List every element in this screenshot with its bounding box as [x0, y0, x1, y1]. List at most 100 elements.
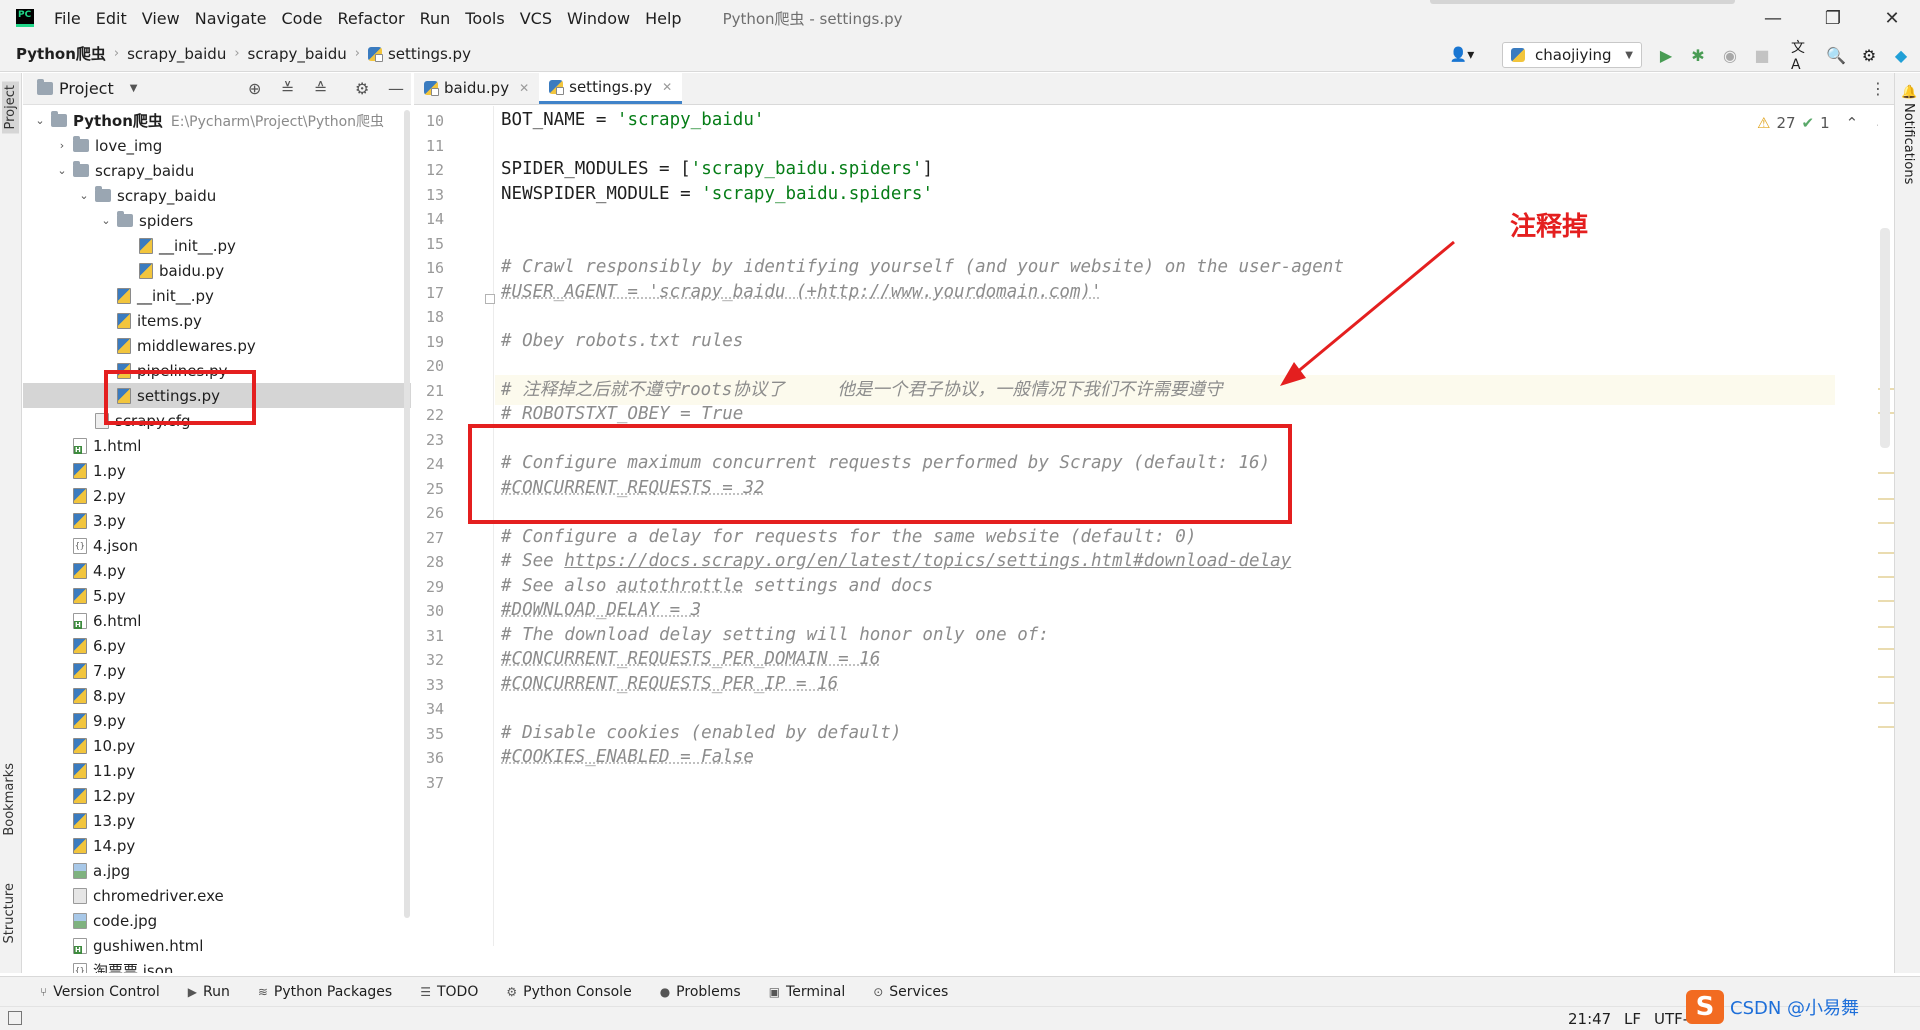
- stripe-marker[interactable]: [1878, 498, 1894, 500]
- tree-item[interactable]: 14.py: [23, 833, 411, 858]
- tree-item[interactable]: 1.html: [23, 433, 411, 458]
- chevron-down-icon[interactable]: ⌄: [33, 114, 47, 127]
- breadcrumb-folder[interactable]: scrapy_baidu: [127, 45, 226, 63]
- tree-item[interactable]: code.jpg: [23, 908, 411, 933]
- caret-position[interactable]: 21:47: [1568, 1010, 1611, 1028]
- stripe-marker[interactable]: [1878, 522, 1894, 524]
- code-editor[interactable]: BOT_NAME = 'scrapy_baidu' SPIDER_MODULES …: [495, 106, 1890, 946]
- stripe-marker[interactable]: [1878, 676, 1894, 678]
- menu-window[interactable]: Window: [567, 9, 630, 28]
- tree-item[interactable]: ⌄ scrapy_baidu: [23, 158, 411, 183]
- stripe-marker[interactable]: [1878, 648, 1894, 650]
- previous-highlight-icon[interactable]: ⌃: [1846, 114, 1859, 132]
- search-icon[interactable]: 🔍: [1825, 44, 1847, 66]
- menu-tools[interactable]: Tools: [465, 9, 504, 28]
- line-separator[interactable]: LF: [1624, 1010, 1641, 1028]
- tree-item[interactable]: 6.py: [23, 633, 411, 658]
- code-line[interactable]: #USER_AGENT = 'scrapy_baidu (+http://www…: [501, 277, 1102, 307]
- tab-settings-py[interactable]: settings.py ✕: [539, 72, 683, 104]
- collapse-all-icon[interactable]: ≙: [314, 79, 327, 98]
- tool-todo[interactable]: ☰ TODO: [420, 984, 478, 1000]
- tool-window-bookmarks[interactable]: Bookmarks: [2, 763, 17, 836]
- tool-services[interactable]: ⊙ Services: [873, 984, 948, 1000]
- menu-run[interactable]: Run: [420, 9, 451, 28]
- chevron-down-icon[interactable]: ⌄: [99, 214, 113, 227]
- jetbrains-icon[interactable]: ◆: [1890, 44, 1912, 66]
- close-button[interactable]: ✕: [1880, 6, 1904, 30]
- stripe-marker[interactable]: [1878, 626, 1894, 628]
- maximize-button[interactable]: ❐: [1821, 6, 1845, 30]
- tree-item[interactable]: __init__.py: [23, 233, 411, 258]
- coverage-icon[interactable]: ◉: [1719, 44, 1741, 66]
- comment-link[interactable]: https://docs.scrapy.org/en/latest/topics…: [564, 551, 1291, 571]
- tree-item[interactable]: 2.py: [23, 483, 411, 508]
- menu-edit[interactable]: Edit: [96, 9, 127, 28]
- translate-icon[interactable]: 文A: [1791, 40, 1813, 73]
- chevron-down-icon[interactable]: ⌄: [77, 189, 91, 202]
- tree-item[interactable]: 4.json: [23, 533, 411, 558]
- tree-item[interactable]: 13.py: [23, 808, 411, 833]
- tree-item[interactable]: __init__.py: [23, 283, 411, 308]
- code-line[interactable]: #CONCURRENT_REQUESTS_PER_IP = 16: [501, 669, 838, 699]
- close-icon[interactable]: ✕: [662, 80, 672, 94]
- fold-marker-icon[interactable]: [485, 294, 495, 304]
- hide-icon[interactable]: —: [388, 79, 404, 98]
- tree-item[interactable]: 7.py: [23, 658, 411, 683]
- tool-problems[interactable]: ● Problems: [660, 984, 741, 1000]
- run-icon[interactable]: ▶: [1655, 44, 1677, 66]
- chevron-right-icon[interactable]: ›: [55, 139, 69, 152]
- stripe-marker[interactable]: [1878, 472, 1894, 474]
- tool-version-control[interactable]: ⑂ Version Control: [40, 984, 160, 1000]
- tool-run[interactable]: ▶ Run: [188, 984, 230, 1000]
- user-icon[interactable]: 👤▾: [1444, 44, 1480, 66]
- project-view-selector[interactable]: Project ▼: [37, 79, 137, 98]
- tool-window-notifications[interactable]: Notifications: [1901, 103, 1916, 184]
- code-line[interactable]: BOT_NAME = 'scrapy_baidu': [501, 106, 764, 135]
- breadcrumb-package[interactable]: scrapy_baidu: [248, 45, 347, 63]
- stripe-marker[interactable]: [1878, 600, 1894, 602]
- menu-help[interactable]: Help: [645, 9, 681, 28]
- tool-python-console[interactable]: ⚙ Python Console: [506, 984, 631, 1000]
- stripe-marker[interactable]: [1878, 552, 1894, 554]
- tree-item[interactable]: a.jpg: [23, 858, 411, 883]
- run-configuration-select[interactable]: chaojiying ▼: [1502, 42, 1642, 68]
- stop-icon[interactable]: ■: [1751, 44, 1773, 66]
- debug-icon[interactable]: ✱: [1687, 44, 1709, 66]
- tree-item[interactable]: chromedriver.exe: [23, 883, 411, 908]
- toggle-tool-windows-icon[interactable]: [8, 1011, 22, 1025]
- menu-file[interactable]: File: [54, 9, 81, 28]
- tree-item[interactable]: ⌄ spiders: [23, 208, 411, 233]
- close-icon[interactable]: ✕: [519, 81, 529, 95]
- locate-icon[interactable]: ⊕: [248, 79, 261, 98]
- tree-item[interactable]: baidu.py: [23, 258, 411, 283]
- tree-item[interactable]: middlewares.py: [23, 333, 411, 358]
- tree-item[interactable]: 3.py: [23, 508, 411, 533]
- settings-icon[interactable]: ⚙: [1858, 44, 1880, 66]
- menu-refactor[interactable]: Refactor: [337, 9, 404, 28]
- chevron-down-icon[interactable]: ⌄: [55, 164, 69, 177]
- more-options-icon[interactable]: ⋮: [1870, 79, 1886, 98]
- bell-icon[interactable]: 🔔: [1901, 85, 1917, 100]
- code-line[interactable]: # Obey robots.txt rules: [501, 326, 743, 356]
- tree-item[interactable]: 9.py: [23, 708, 411, 733]
- stripe-marker[interactable]: [1878, 726, 1894, 728]
- tab-baidu-py[interactable]: baidu.py ✕: [414, 72, 539, 104]
- stripe-marker[interactable]: [1878, 576, 1894, 578]
- tool-window-structure[interactable]: Structure: [2, 883, 17, 943]
- menu-code[interactable]: Code: [282, 9, 323, 28]
- menu-vcs[interactable]: VCS: [520, 9, 552, 28]
- stripe-marker[interactable]: [1878, 702, 1894, 704]
- code-line[interactable]: #COOKIES_ENABLED = False: [501, 742, 754, 772]
- tree-item[interactable]: 11.py: [23, 758, 411, 783]
- editor-scrollbar-thumb[interactable]: [1880, 228, 1890, 448]
- minimize-button[interactable]: —: [1761, 6, 1785, 30]
- tree-item[interactable]: 淘票票.json: [23, 958, 411, 973]
- expand-all-icon[interactable]: ≚: [281, 79, 294, 98]
- gear-icon[interactable]: ⚙: [355, 79, 369, 98]
- menu-view[interactable]: View: [142, 9, 180, 28]
- tree-item[interactable]: 10.py: [23, 733, 411, 758]
- tree-item[interactable]: 12.py: [23, 783, 411, 808]
- inspection-widget[interactable]: ⚠ 27 ✔ 1 ⌃ ⌄: [1757, 114, 1887, 132]
- breadcrumb-project[interactable]: Python爬虫: [16, 43, 106, 64]
- tree-item[interactable]: 1.py: [23, 458, 411, 483]
